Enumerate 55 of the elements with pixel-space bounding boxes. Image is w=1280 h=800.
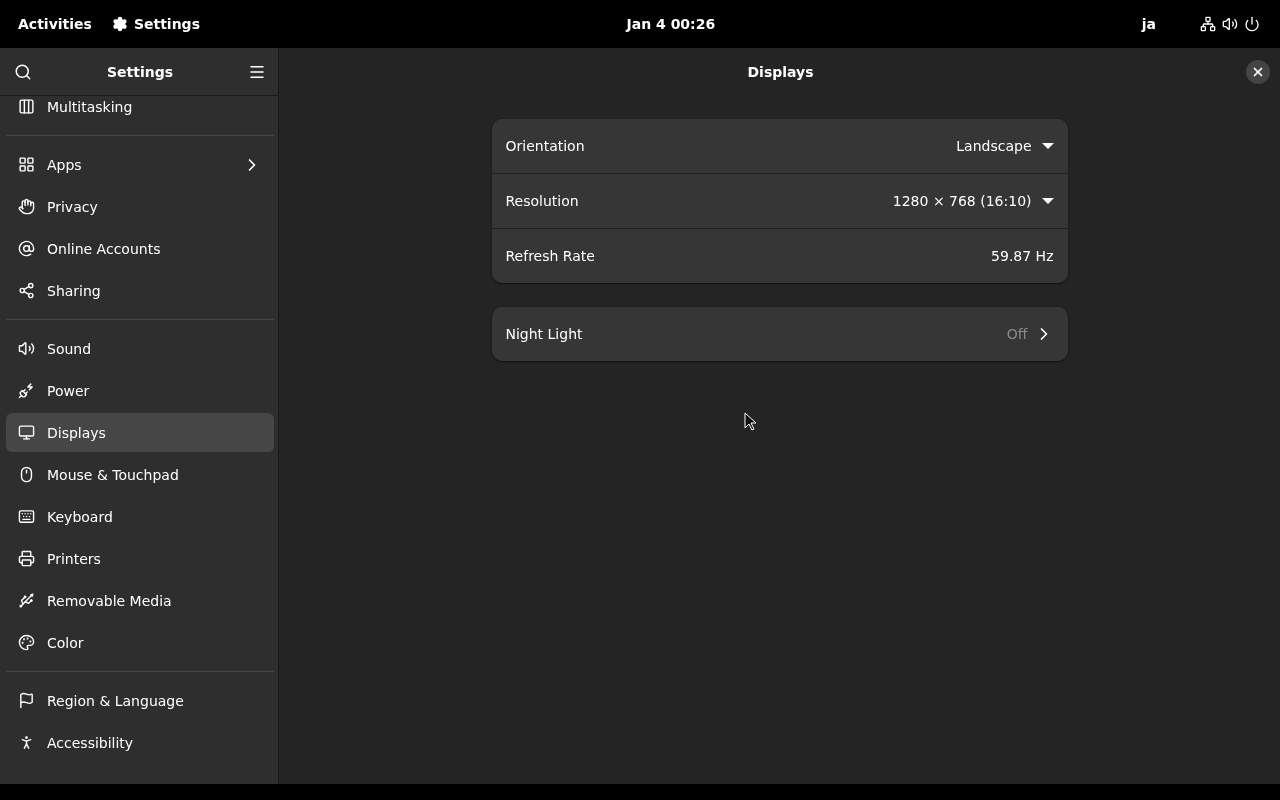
row-value: Off bbox=[1006, 326, 1028, 342]
network-icon[interactable] bbox=[1200, 16, 1216, 32]
sidebar-item-icon bbox=[18, 424, 35, 441]
sidebar-item-icon bbox=[18, 550, 35, 567]
sidebar-item-icon bbox=[18, 240, 35, 257]
volume-icon[interactable] bbox=[1222, 16, 1238, 32]
sidebar-item-icon bbox=[18, 508, 35, 525]
settings-row[interactable]: Resolution 1280 × 768 (16:10) bbox=[491, 173, 1068, 228]
sidebar-item[interactable]: Removable Media bbox=[6, 581, 274, 620]
sidebar-item-icon bbox=[18, 282, 35, 299]
row-label: Night Light bbox=[505, 326, 584, 342]
sidebar-title: Settings bbox=[106, 63, 174, 80]
sidebar-item[interactable]: Privacy bbox=[6, 187, 274, 226]
sidebar-item-icon bbox=[18, 198, 35, 215]
row-value: Landscape bbox=[956, 138, 1032, 154]
power-icon[interactable] bbox=[1244, 16, 1260, 32]
sidebar-item-icon bbox=[18, 382, 35, 399]
input-method-indicator[interactable]: ja bbox=[1131, 16, 1166, 32]
sidebar-item[interactable]: Keyboard bbox=[6, 497, 274, 536]
mouse-pointer-icon bbox=[744, 412, 757, 431]
page-title: Displays bbox=[747, 63, 814, 80]
sidebar-item-icon bbox=[18, 156, 35, 173]
sidebar-item[interactable]: Sharing bbox=[6, 271, 274, 310]
sidebar-item[interactable]: Printers bbox=[6, 539, 274, 578]
settings-row[interactable]: Orientation Landscape bbox=[491, 119, 1068, 173]
activities-button[interactable]: Activities bbox=[8, 16, 102, 32]
sidebar-item-icon bbox=[18, 340, 35, 357]
sidebar-item[interactable]: Mouse & Touchpad bbox=[6, 455, 274, 494]
row-label: Refresh Rate bbox=[505, 248, 596, 264]
sidebar-item[interactable]: Region & Language bbox=[6, 681, 274, 720]
settings-row[interactable]: Night Light Off bbox=[491, 307, 1068, 361]
gear-icon bbox=[111, 16, 128, 32]
row-value: 1280 × 768 (16:10) bbox=[892, 193, 1032, 209]
close-button[interactable] bbox=[1246, 59, 1270, 84]
dropdown-caret-icon bbox=[1041, 197, 1054, 205]
sidebar-item[interactable]: Apps bbox=[6, 145, 274, 184]
sidebar-item[interactable]: Power bbox=[6, 371, 274, 410]
sidebar-item[interactable]: Color bbox=[6, 623, 274, 662]
sidebar-item[interactable]: Sound bbox=[6, 329, 274, 368]
sidebar-item[interactable]: Accessibility bbox=[6, 723, 274, 762]
row-label: Orientation bbox=[505, 138, 586, 154]
sidebar-item[interactable]: Multitasking bbox=[6, 96, 274, 126]
sidebar-item-icon bbox=[18, 592, 35, 609]
sidebar-item-icon bbox=[18, 98, 35, 115]
search-icon bbox=[14, 62, 32, 81]
sidebar-item-icon bbox=[18, 692, 35, 709]
sidebar-item[interactable]: Displays bbox=[6, 413, 274, 452]
row-value: 59.87 Hz bbox=[991, 248, 1054, 264]
clock[interactable]: Jan 4 00:26 bbox=[616, 16, 726, 32]
sidebar-item-icon bbox=[18, 634, 35, 651]
sidebar-item-icon bbox=[18, 466, 35, 483]
dropdown-caret-icon bbox=[1041, 142, 1054, 150]
sidebar-item[interactable]: Online Accounts bbox=[6, 229, 274, 268]
app-menu[interactable]: Settings bbox=[101, 16, 210, 32]
row-label: Resolution bbox=[505, 193, 580, 209]
